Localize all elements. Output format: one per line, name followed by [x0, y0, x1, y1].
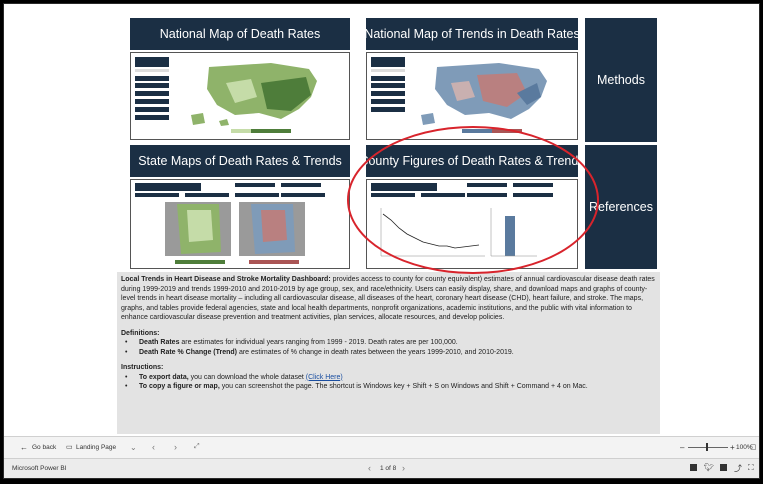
national-map-preview: [135, 57, 317, 133]
methods-tile[interactable]: Methods: [585, 18, 657, 142]
facebook-share-icon[interactable]: [690, 464, 697, 471]
go-back-button[interactable]: Go back: [32, 444, 56, 451]
instructions-heading: Instructions:: [121, 364, 164, 371]
instruction-term: To export data,: [139, 373, 189, 381]
zoom-slider-thumb[interactable]: [706, 443, 708, 451]
definition-item: • Death Rate % Change (Trend) are estima…: [125, 348, 514, 356]
share-link-icon[interactable]: ⤴: [734, 463, 742, 474]
fullscreen-icon[interactable]: ⛶: [748, 463, 754, 473]
definition-item: • Death Rates are estimates for individu…: [125, 339, 458, 346]
zoom-in-icon[interactable]: +: [730, 443, 735, 452]
zoom-slider[interactable]: [688, 447, 728, 448]
back-arrow-icon[interactable]: ←: [20, 443, 28, 452]
definition-term: Death Rate % Change (Trend): [139, 348, 238, 356]
twitter-share-icon[interactable]: 🐦︎: [704, 463, 714, 472]
page-icon: ▭: [66, 444, 73, 451]
national-map-tile[interactable]: National Map of Death Rates: [130, 18, 350, 50]
dashboard-name: Local Trends in Heart Disease and Stroke…: [121, 276, 331, 283]
powerbi-window: National Map of Death Rates National Map…: [3, 3, 760, 479]
instruction-item: • To copy a figure or map, you can scree…: [125, 383, 588, 390]
state-maps-preview: [135, 183, 325, 264]
zoom-out-icon[interactable]: –: [680, 443, 684, 452]
national-trends-tile[interactable]: National Map of Trends in Death Rates: [364, 18, 580, 50]
status-bar: Microsoft Power BI ‹ 1 of 8 › 🐦︎ ⤴ ⛶: [4, 458, 759, 478]
national-trends-preview: [371, 57, 547, 133]
state-maps-thumbnail[interactable]: [130, 179, 350, 269]
national-map-thumbnail[interactable]: [130, 52, 350, 140]
fit-page-icon[interactable]: ▢: [750, 443, 757, 451]
next-page-icon[interactable]: ›: [402, 463, 405, 473]
chevron-right-icon[interactable]: ›: [174, 442, 177, 452]
chevron-down-icon[interactable]: ⌄: [130, 443, 137, 452]
chevron-left-icon[interactable]: ‹: [152, 442, 155, 452]
definition-term: Death Rates: [139, 339, 180, 346]
national-trends-thumbnail[interactable]: [366, 52, 578, 140]
app-name[interactable]: Microsoft Power BI: [12, 465, 67, 472]
definition-text: are estimates for individual years rangi…: [179, 339, 458, 346]
download-dataset-link[interactable]: (Click Here): [306, 374, 343, 381]
description-panel: Local Trends in Heart Disease and Stroke…: [117, 272, 660, 434]
landing-page-tab[interactable]: Landing Page: [76, 444, 116, 451]
description-paragraph: Local Trends in Heart Disease and Stroke…: [121, 275, 656, 323]
instruction-text: you can download the whole dataset: [188, 373, 306, 381]
linkedin-share-icon[interactable]: [720, 464, 727, 471]
definition-text: are estimates of % change in death rates…: [237, 348, 514, 356]
prev-page-icon[interactable]: ‹: [368, 463, 371, 473]
county-figures-preview: [371, 183, 553, 257]
instruction-item: • To export data, you can download the w…: [125, 373, 343, 381]
county-figures-thumbnail[interactable]: [366, 179, 578, 269]
instruction-text: you can screenshot the page. The shortcu…: [219, 383, 588, 390]
county-figures-tile[interactable]: County Figures of Death Rates & Trends: [359, 145, 585, 177]
definitions-heading: Definitions:: [121, 329, 160, 337]
instruction-term: To copy a figure or map,: [139, 383, 220, 390]
report-navigation-bar: ← Go back ▭ Landing Page ⌄ ‹ › ⤢ – + 100…: [4, 436, 759, 458]
expand-icon[interactable]: ⤢: [194, 443, 200, 451]
references-tile[interactable]: References: [585, 145, 657, 269]
report-canvas: National Map of Death Rates National Map…: [4, 4, 759, 436]
state-maps-tile[interactable]: State Maps of Death Rates & Trends: [130, 145, 350, 177]
page-indicator: 1 of 8: [380, 465, 397, 472]
